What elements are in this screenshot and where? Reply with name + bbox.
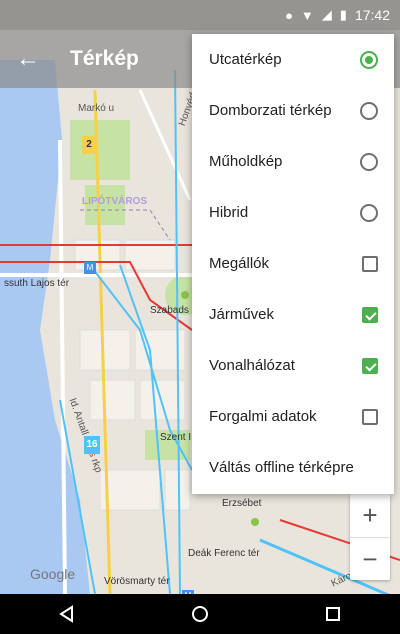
- map-label-kossuth: ssuth Lajos tér: [4, 278, 70, 289]
- page-title: Térkép: [70, 47, 139, 70]
- map-label-erzsebet: Erzsébet: [222, 498, 262, 509]
- back-triangle-icon: [58, 605, 73, 623]
- home-circle-icon: [191, 606, 208, 622]
- menu-item-label: Járművek: [209, 306, 275, 323]
- menu-item-label: Váltás offline térképre: [209, 459, 354, 476]
- navigation-bar: [0, 594, 400, 634]
- zoom-controls: + −: [350, 494, 390, 580]
- checkbox[interactable]: [362, 306, 378, 323]
- route-badge-2: 2: [82, 136, 96, 154]
- zoom-in-button[interactable]: +: [350, 494, 390, 537]
- back-nav-button[interactable]: [47, 594, 87, 634]
- google-logo: Google: [30, 566, 76, 582]
- menu-item-label: Műholdkép: [209, 153, 283, 170]
- menu-item-domborzati[interactable]: Domborzati térkép: [192, 85, 394, 136]
- battery-icon: ▮: [339, 7, 347, 22]
- menu-item-label: Domborzati térkép: [209, 102, 332, 119]
- map-label-vorosmarty: Vörösmarty tér: [104, 576, 170, 587]
- status-bar: ● ▼ ◢ ▮ 17:42: [0, 0, 400, 30]
- checkbox[interactable]: [362, 357, 378, 374]
- menu-item-hibrid[interactable]: Hibrid: [192, 187, 394, 238]
- map-label-szent-istvan: Szent I: [160, 432, 192, 443]
- map-label-szabadsag: Szabads: [150, 305, 189, 316]
- menu-item-label: Vonalhálózat: [209, 357, 295, 374]
- menu-item-label: Megállók: [209, 255, 270, 272]
- checkbox[interactable]: [362, 255, 378, 272]
- map-label-lipotvaros: LIPÓTVÁROS: [82, 196, 148, 207]
- metro-icon: M: [84, 262, 96, 274]
- radio-button[interactable]: [360, 50, 378, 69]
- menu-item-muholdkep[interactable]: Műholdkép: [192, 136, 394, 187]
- checkbox[interactable]: [362, 408, 378, 425]
- wifi-icon: ▼: [300, 7, 314, 23]
- menu-item-vonalhalozat[interactable]: Vonalhálózat: [192, 340, 394, 391]
- route-badge-16: 16: [84, 436, 100, 454]
- recents-square-icon: [326, 607, 341, 621]
- map-label-deak: Deák Ferenc tér: [188, 548, 260, 559]
- menu-item-jarmuvek[interactable]: Járművek: [192, 289, 394, 340]
- menu-item-label: Forgalmi adatok: [209, 408, 317, 425]
- menu-item-label: Utcatérkép: [209, 51, 282, 68]
- map-label-marko: Markó u: [78, 103, 115, 114]
- menu-item-offline[interactable]: Váltás offline térképre: [192, 442, 394, 493]
- menu-item-forgalmi[interactable]: Forgalmi adatok: [192, 391, 394, 442]
- menu-item-utcaterkep[interactable]: Utcatérkép: [192, 34, 394, 85]
- location-icon: ●: [285, 7, 293, 23]
- menu-item-megallok[interactable]: Megállók: [192, 238, 394, 289]
- radio-button[interactable]: [360, 152, 378, 171]
- map-options-menu: Utcatérkép Domborzati térkép Műholdkép H…: [192, 34, 394, 494]
- radio-button[interactable]: [360, 203, 378, 222]
- zoom-out-button[interactable]: −: [350, 537, 390, 580]
- back-arrow-icon[interactable]: ←: [16, 45, 56, 73]
- radio-button[interactable]: [360, 101, 378, 120]
- recents-nav-button[interactable]: [313, 594, 353, 634]
- status-time: 17:42: [354, 7, 390, 23]
- menu-item-label: Hibrid: [209, 204, 249, 221]
- signal-icon: ◢: [321, 7, 332, 22]
- home-nav-button[interactable]: [180, 594, 220, 634]
